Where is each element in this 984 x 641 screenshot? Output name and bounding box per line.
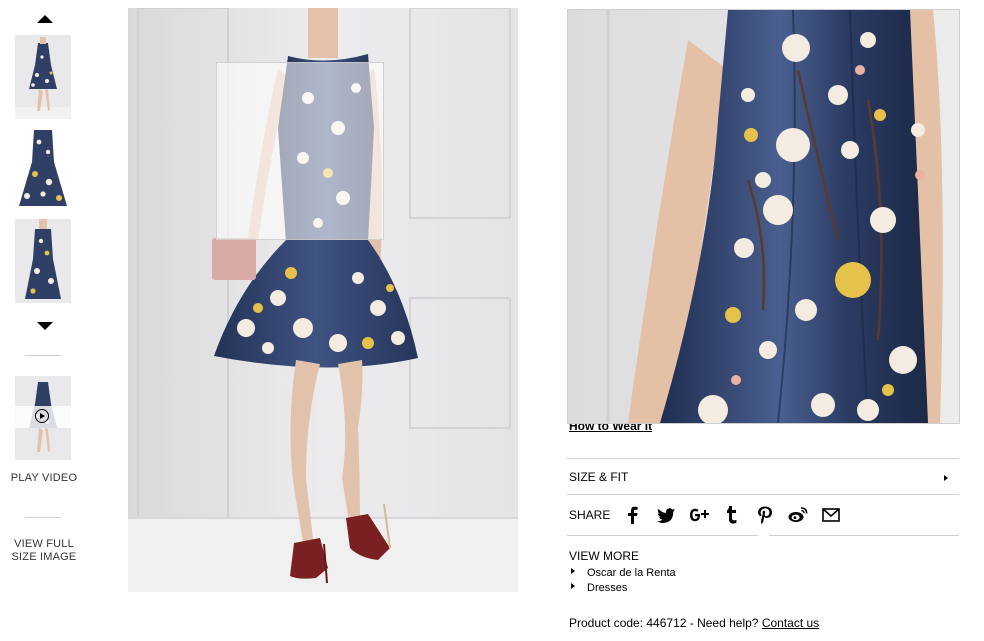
rail-divider <box>25 355 61 356</box>
share-label: SHARE <box>569 508 611 522</box>
rail-divider <box>25 517 61 518</box>
thumbnail-image <box>15 35 71 119</box>
scroll-up-arrow-icon[interactable] <box>37 15 53 23</box>
zoom-preview-panel <box>567 9 960 424</box>
expand-arrow-icon <box>944 475 948 481</box>
weibo-icon[interactable] <box>786 503 810 527</box>
zoomed-detail-image <box>568 10 959 423</box>
pinterest-icon[interactable] <box>753 503 777 527</box>
play-icon <box>40 412 45 419</box>
thumbnail-image <box>15 126 71 210</box>
thumbnail-dress-detail[interactable] <box>15 219 71 303</box>
tumblr-icon[interactable] <box>720 503 744 527</box>
view-more-link-designer[interactable]: Oscar de la Renta <box>571 567 676 579</box>
section-divider <box>567 494 959 495</box>
facebook-icon[interactable] <box>620 503 644 527</box>
section-divider <box>567 458 959 459</box>
play-video-link[interactable]: PLAY VIDEO <box>0 472 88 485</box>
thumbnail-dress-flat[interactable] <box>15 126 71 210</box>
scroll-down-arrow-icon[interactable] <box>37 322 53 330</box>
zoom-lens[interactable] <box>216 62 384 240</box>
email-icon[interactable] <box>819 503 843 527</box>
view-more-heading: VIEW MORE <box>569 549 640 563</box>
size-fit-label: SIZE & FIT <box>569 470 629 484</box>
thumbnail-model-front[interactable] <box>15 35 71 119</box>
google-plus-icon[interactable] <box>687 503 711 527</box>
twitter-icon[interactable] <box>654 503 678 527</box>
main-product-image[interactable] <box>128 8 518 592</box>
caret-right-icon <box>571 568 575 575</box>
video-thumbnail[interactable] <box>15 376 71 460</box>
view-more-link-label: Oscar de la Renta <box>587 567 676 579</box>
section-divider <box>769 535 959 536</box>
size-fit-toggle[interactable]: SIZE & FIT <box>569 470 958 484</box>
view-more-link-category[interactable]: Dresses <box>571 582 627 594</box>
thumbnail-image <box>15 219 71 303</box>
view-full-line1: VIEW FULL <box>14 538 74 550</box>
product-code-line: Product code: 446712 - Need help? Contac… <box>569 616 819 630</box>
view-more-link-label: Dresses <box>587 582 628 594</box>
contact-us-link[interactable]: Contact us <box>762 616 819 630</box>
thumbnail-rail: PLAY VIDEO VIEW FULL SIZE IMAGE <box>0 0 88 641</box>
section-divider <box>567 535 758 536</box>
caret-right-icon <box>571 583 575 590</box>
view-full-size-link[interactable]: VIEW FULL SIZE IMAGE <box>0 538 88 564</box>
product-code-text: Product code: 446712 - Need help? <box>569 616 759 630</box>
view-full-line2: SIZE IMAGE <box>11 551 77 563</box>
